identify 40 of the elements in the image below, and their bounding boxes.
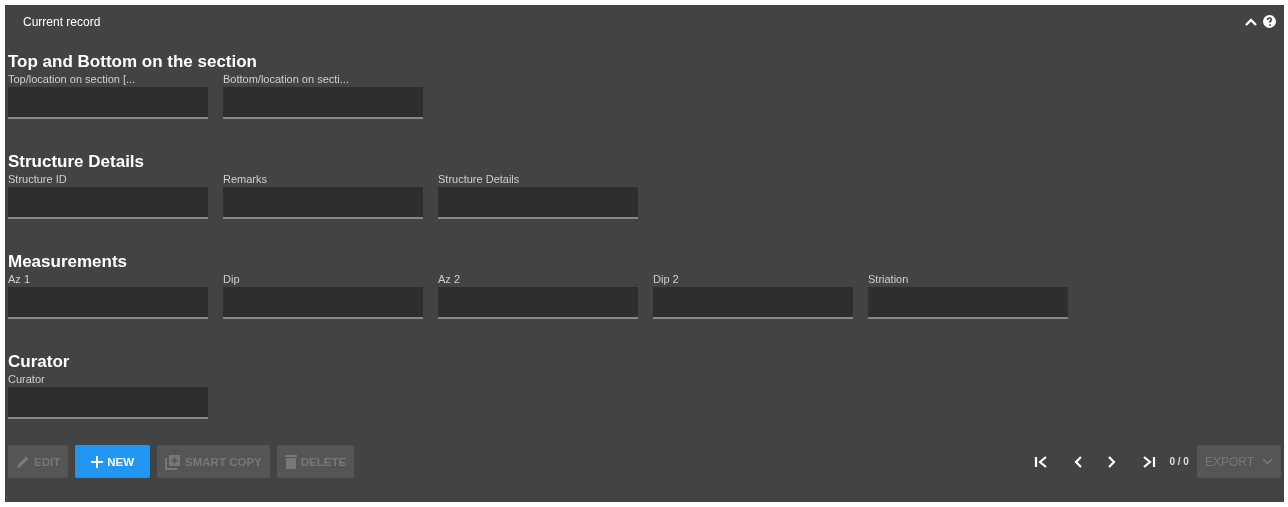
section-heading: Structure Details: [8, 152, 146, 172]
field-label: Curator: [8, 372, 46, 386]
input-field[interactable]: [223, 287, 423, 319]
new-button[interactable]: NEW: [75, 445, 151, 478]
field-label: Top/location on section [...: [8, 72, 137, 86]
record-count: 0 / 0: [1169, 456, 1189, 467]
field-label: Striation: [868, 272, 910, 286]
field-label: Dip 2: [653, 272, 680, 286]
copy-icon: [165, 453, 182, 470]
section-heading: Top and Bottom on the section: [8, 52, 258, 72]
field-label: Az 2: [438, 272, 461, 286]
field-label: Dip: [223, 272, 241, 286]
field-label: Az 1: [8, 272, 31, 286]
chevron-down-icon: [1262, 458, 1273, 465]
last-page-icon[interactable]: [1142, 455, 1157, 468]
input-field[interactable]: [868, 287, 1068, 319]
input-field[interactable]: [223, 187, 423, 219]
section-heading: Measurements: [8, 252, 129, 272]
next-page-icon[interactable]: [1108, 455, 1117, 468]
collapse-icon[interactable]: [1245, 17, 1257, 26]
section-heading: Curator: [8, 352, 71, 372]
field-label: Remarks: [223, 172, 268, 186]
first-page-icon[interactable]: [1034, 455, 1049, 468]
input-field[interactable]: [438, 187, 638, 219]
previous-page-icon[interactable]: [1074, 455, 1083, 468]
help-icon[interactable]: [1263, 15, 1276, 28]
pencil-icon: [16, 454, 30, 469]
input-field[interactable]: [653, 287, 853, 319]
input-field[interactable]: [8, 287, 208, 319]
input-field[interactable]: [8, 387, 208, 419]
panel-title: Current record: [23, 14, 101, 29]
input-field[interactable]: [8, 187, 208, 219]
plus-icon: [91, 455, 104, 468]
input-field[interactable]: [223, 87, 423, 119]
input-field[interactable]: [8, 87, 208, 119]
field-label: Structure ID: [8, 172, 68, 186]
trash-icon: [284, 454, 297, 469]
input-field[interactable]: [438, 287, 638, 319]
field-label: Bottom/location on secti...: [223, 72, 350, 86]
field-label: Structure Details: [438, 172, 521, 186]
